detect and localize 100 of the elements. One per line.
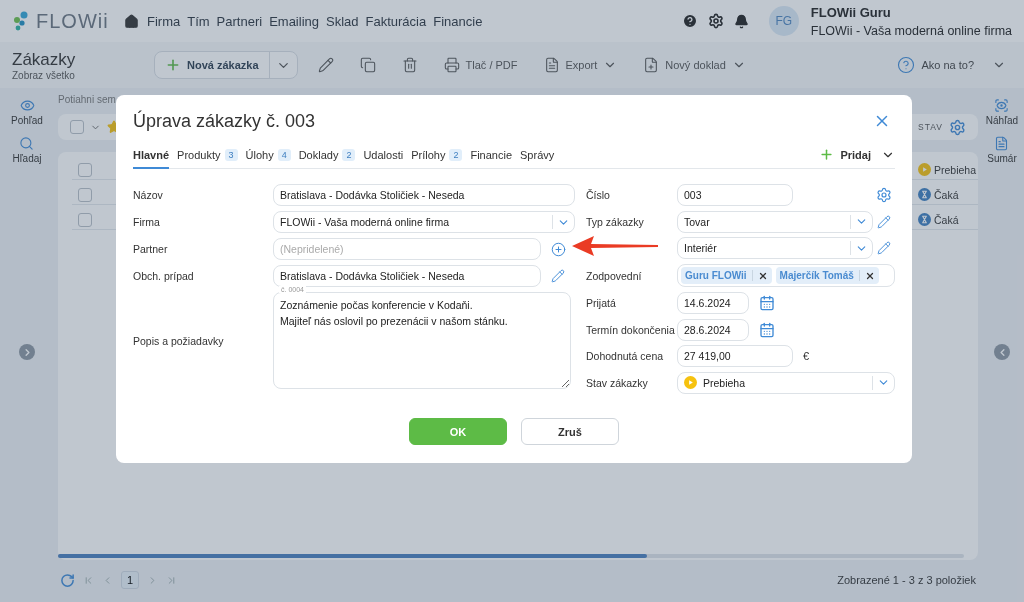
document-plus-icon bbox=[643, 57, 660, 73]
menu-item[interactable]: Firma bbox=[147, 13, 181, 29]
checkbox[interactable] bbox=[78, 162, 92, 177]
hourglass-icon bbox=[918, 188, 931, 201]
last-page-icon[interactable] bbox=[166, 574, 177, 586]
document-icon bbox=[543, 57, 560, 73]
menu-item[interactable]: Emailing bbox=[269, 13, 319, 29]
help-icon[interactable] bbox=[681, 13, 698, 29]
field-label: Popis a požiadavky bbox=[133, 334, 225, 347]
field-label: Termín dokončenia bbox=[586, 323, 676, 336]
home-icon[interactable] bbox=[124, 13, 139, 29]
user-name: FLOWii Guru bbox=[810, 4, 892, 20]
remove-icon bbox=[757, 270, 768, 281]
logo-text: FLOWii bbox=[36, 9, 109, 33]
tab[interactable]: Správy bbox=[520, 149, 555, 169]
tab[interactable]: Udalosti bbox=[363, 149, 404, 169]
document-icon bbox=[994, 136, 1010, 151]
copy-icon bbox=[359, 57, 376, 73]
status-label: Prebieha bbox=[934, 163, 977, 176]
collapse-button[interactable] bbox=[994, 344, 1010, 360]
tab[interactable]: Prílohy 2 bbox=[411, 149, 463, 169]
field-label: Obch. prípad bbox=[133, 270, 195, 282]
bell-icon[interactable] bbox=[733, 13, 749, 29]
first-page-icon[interactable] bbox=[83, 574, 94, 586]
tab[interactable]: Hlavné bbox=[133, 149, 170, 169]
date-field[interactable]: 28.6.2024 bbox=[677, 318, 749, 341]
status-select[interactable]: Prebieha bbox=[677, 371, 895, 394]
plus-icon bbox=[165, 57, 181, 73]
status-label: Čaká bbox=[934, 188, 959, 201]
column-header: STAV bbox=[918, 122, 943, 132]
text-field[interactable]: Bratislava - Dodávka Stoličiek - Neseda bbox=[273, 184, 575, 206]
plus-icon bbox=[819, 147, 835, 162]
search-icon bbox=[19, 136, 35, 151]
menu-item[interactable]: Fakturácia bbox=[365, 13, 427, 29]
select-field[interactable]: Interiér bbox=[677, 237, 873, 260]
pencil-icon bbox=[551, 269, 565, 283]
tab[interactable]: Doklady 2 bbox=[298, 149, 356, 169]
help-button[interactable]: Ako na to? bbox=[891, 51, 1012, 79]
sidebar-item[interactable]: Sumár bbox=[987, 136, 1017, 164]
expand-button[interactable] bbox=[19, 344, 35, 360]
pager-summary: Zobrazené 1 - 3 z 3 položiek bbox=[837, 574, 976, 586]
description-field[interactable]: Zoznámenie počas konferencie v Kodaňi. Majiteľ nás oslovil po prezenácii v našom stánku. bbox=[273, 292, 571, 389]
currency-label: € bbox=[803, 350, 810, 363]
menu-item[interactable]: Partneri bbox=[216, 13, 263, 29]
eye-icon bbox=[19, 98, 35, 113]
page-number[interactable]: 1 bbox=[121, 571, 139, 589]
logo-icon bbox=[12, 11, 30, 31]
select-field[interactable]: Tovar bbox=[677, 210, 873, 233]
field-label: Typ zákazky bbox=[586, 215, 645, 228]
input-field[interactable]: (Nepridelené) bbox=[273, 238, 541, 260]
eye-icon bbox=[994, 98, 1010, 113]
sidebar-item[interactable]: Pohľad bbox=[11, 98, 43, 126]
calendar-icon[interactable] bbox=[759, 321, 775, 338]
company-name: FLOWii - Vaša moderná online firma bbox=[810, 23, 1012, 38]
status-label: Čaká bbox=[934, 213, 959, 226]
calendar-icon[interactable] bbox=[759, 294, 775, 311]
checkbox[interactable] bbox=[70, 120, 84, 134]
gear-icon bbox=[876, 187, 892, 204]
checkbox[interactable] bbox=[78, 187, 92, 202]
tab[interactable]: Financie bbox=[470, 149, 512, 169]
select-field[interactable]: FLOWii - Vaša moderná online firma bbox=[273, 211, 575, 233]
field-label: Partner bbox=[133, 243, 169, 255]
tab[interactable]: Úlohy 4 bbox=[245, 149, 291, 169]
text-field[interactable]: Bratislava - Dodávka Stoličiek - Neseda bbox=[273, 265, 541, 287]
field-label: Firma bbox=[133, 216, 161, 228]
settings-icon[interactable] bbox=[707, 13, 724, 29]
menu-item[interactable]: Sklad bbox=[326, 13, 359, 29]
new-order-split-button[interactable]: Nová zákazka bbox=[154, 51, 298, 79]
field-label: Číslo bbox=[586, 189, 611, 202]
printer-icon bbox=[443, 57, 460, 73]
new-order-button[interactable]: Nová zákazka bbox=[155, 52, 270, 78]
text-field[interactable]: 003 bbox=[677, 184, 793, 207]
play-icon bbox=[684, 376, 697, 390]
pencil-icon bbox=[877, 214, 891, 229]
checkbox[interactable] bbox=[78, 212, 92, 227]
play-icon bbox=[918, 163, 931, 176]
trash-icon bbox=[401, 57, 418, 73]
scrollbar[interactable] bbox=[58, 554, 964, 558]
date-field[interactable]: 14.6.2024 bbox=[677, 291, 749, 314]
print-button[interactable]: Tlač / PDF bbox=[437, 51, 524, 79]
menu-item[interactable]: Tím bbox=[187, 13, 210, 29]
field-label: Prijatá bbox=[586, 296, 617, 309]
price-field[interactable]: 27 419,00 bbox=[677, 345, 793, 368]
add-menu-button[interactable]: Pridaj bbox=[819, 147, 895, 168]
tab[interactable]: Produkty 3 bbox=[177, 149, 238, 169]
new-doc-button[interactable]: Nový doklad bbox=[637, 51, 752, 79]
cancel-button[interactable]: Zruš bbox=[521, 418, 619, 445]
hourglass-icon bbox=[918, 213, 931, 226]
sidebar-item[interactable]: Náhľad bbox=[985, 98, 1019, 126]
remove-icon bbox=[864, 270, 875, 281]
help-icon bbox=[897, 56, 916, 74]
refresh-icon[interactable] bbox=[60, 572, 75, 588]
pencil-icon bbox=[317, 57, 334, 73]
page-subtitle: Zobraz všetko bbox=[12, 69, 76, 81]
menu-item[interactable]: Financie bbox=[433, 13, 483, 29]
plus-circle-icon bbox=[550, 241, 566, 257]
dialog-title: Úprava zákazky č. 003 bbox=[133, 110, 316, 132]
export-button[interactable]: Export bbox=[537, 51, 624, 79]
sidebar-item[interactable]: Hľadaj bbox=[12, 136, 42, 164]
drag-hint: Potiahni sem bbox=[58, 94, 117, 107]
